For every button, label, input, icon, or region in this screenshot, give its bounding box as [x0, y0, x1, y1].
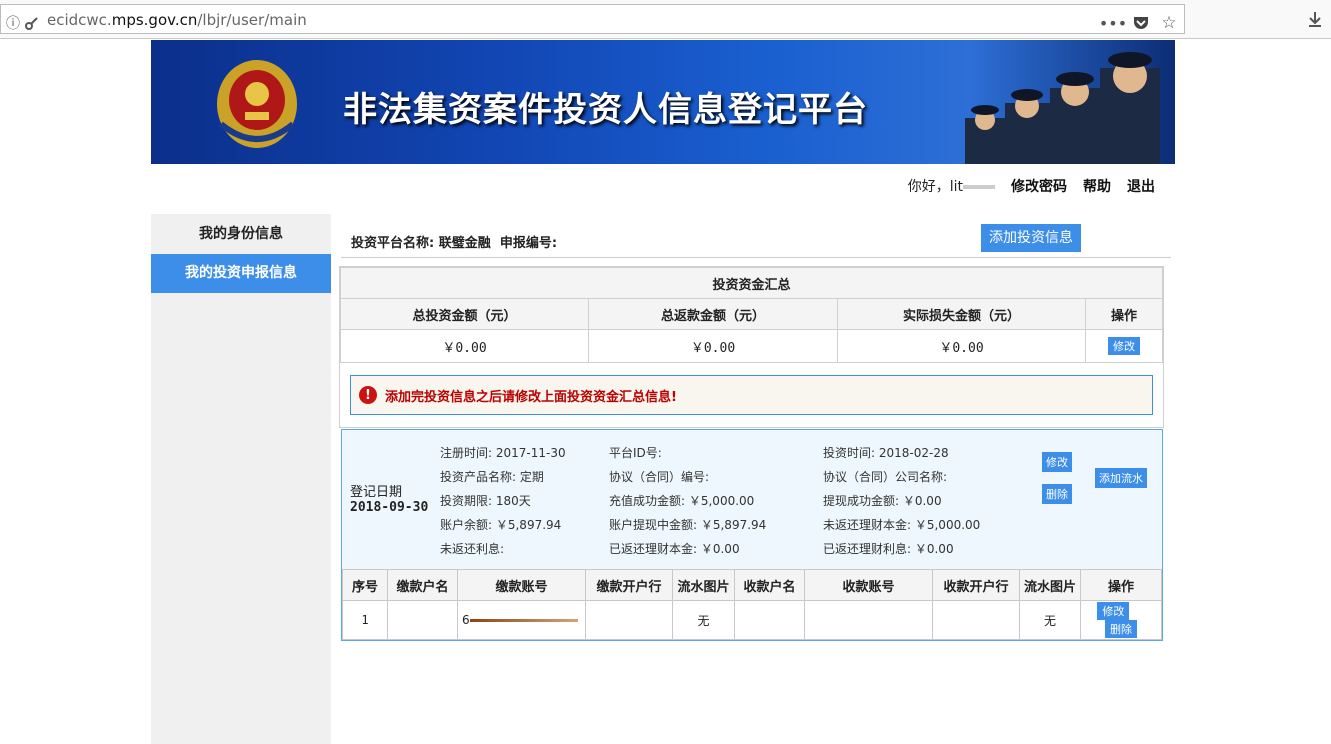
withdraw-amount: 提现成功金额: ￥0.00 [823, 494, 942, 508]
flow-header: 缴款户名 [387, 569, 458, 601]
add-investment-button[interactable]: 添加投资信息 [981, 224, 1081, 252]
officers-image [965, 52, 1160, 164]
platform-id: 平台ID号: [609, 446, 662, 460]
withdrawing-amount: 账户提现中金额: ￥5,897.94 [609, 518, 767, 532]
pocket-icon[interactable] [1132, 14, 1150, 32]
table-row: 1 6 无 无 修改 删除 [342, 600, 1162, 640]
flow-header: 流水图片 [672, 569, 735, 601]
flow-header: 缴款账号 [457, 569, 586, 601]
change-password-link[interactable]: 修改密码 [1011, 176, 1067, 196]
flow-table: 序号 缴款户名 缴款账号 缴款开户行 流水图片 收款户名 收款账号 收款开户行 … [342, 569, 1162, 640]
flow-header: 操作 [1080, 569, 1162, 601]
flow-header: 序号 [342, 569, 388, 601]
more-icon[interactable]: ••• [1099, 14, 1127, 33]
total-refund-value: ￥0.00 [588, 329, 838, 363]
payer-name [387, 600, 458, 640]
invest-time: 投资时间: 2018-02-28 [823, 446, 949, 460]
download-icon[interactable] [1306, 10, 1324, 28]
add-flow-button[interactable]: 添加流水 [1095, 468, 1147, 488]
flow-header: 收款户名 [734, 569, 805, 601]
payee-bank [932, 600, 1020, 640]
payer-bank [585, 600, 673, 640]
summary-table: 投资资金汇总 总投资金额（元） 总返款金额（元） 实际损失金额（元） 操作 ￥0… [340, 267, 1163, 363]
url-text: ecidcwc.mps.gov.cn/lbjr/user/main [47, 11, 307, 29]
police-emblem-icon [217, 60, 297, 148]
row-index: 1 [342, 600, 388, 640]
invest-term: 投资期限: 180天 [440, 494, 531, 508]
record-delete-button[interactable]: 删除 [1042, 484, 1072, 504]
divider [341, 257, 1171, 258]
summary-header: 总投资金额（元） [340, 298, 589, 330]
record-edit-button[interactable]: 修改 [1042, 452, 1072, 472]
contract-no: 协议（合同）编号: [609, 470, 710, 484]
flow-header: 收款开户行 [932, 569, 1020, 601]
reg-time: 注册时间: 2017-11-30 [440, 446, 566, 460]
site-banner: 非法集资案件投资人信息登记平台 [151, 40, 1175, 164]
alert-box: ! 添加完投资信息之后请修改上面投资资金汇总信息! [350, 375, 1153, 415]
payer-image: 无 [672, 600, 735, 640]
help-link[interactable]: 帮助 [1083, 176, 1111, 196]
sidebar-item-investment[interactable]: 我的投资申报信息 [151, 254, 331, 293]
flow-header: 收款账号 [804, 569, 933, 601]
investment-summary: 投资资金汇总 总投资金额（元） 总返款金额（元） 实际损失金额（元） 操作 ￥0… [339, 266, 1164, 428]
payee-image: 无 [1019, 600, 1081, 640]
returned-interest: 已返还理财利息: ￥0.00 [823, 542, 954, 556]
contract-company: 协议（合同）公司名称: [823, 470, 948, 484]
browser-toolbar: ⓘ ecidcwc.mps.gov.cn/lbjr/user/main ••• … [0, 0, 1331, 39]
investment-record: 登记日期 2018-09-30 注册时间: 2017-11-30 平台ID号: … [341, 429, 1163, 641]
star-icon[interactable]: ☆ [1160, 13, 1178, 33]
row-actions: 修改 删除 [1080, 600, 1162, 640]
summary-title: 投资资金汇总 [340, 267, 1163, 299]
total-invest-value: ￥0.00 [340, 329, 589, 363]
flow-header: 缴款开户行 [585, 569, 673, 601]
warning-icon: ! [359, 386, 377, 404]
platform-info: 投资平台名称: 联璧金融 申报编号: [351, 236, 558, 251]
registration-date: 登记日期 2018-09-30 [350, 485, 429, 515]
row-delete-button[interactable]: 删除 [1105, 620, 1137, 638]
sidebar: 我的身份信息 我的投资申报信息 [151, 214, 331, 744]
key-icon[interactable] [23, 14, 41, 32]
summary-header: 实际损失金额（元） [837, 298, 1086, 330]
product-name: 投资产品名称: 定期 [440, 470, 544, 484]
user-bar: 你好，lit 修改密码 帮助 退出 [908, 176, 1155, 196]
logout-link[interactable]: 退出 [1127, 176, 1155, 196]
unreturned-interest: 未返还利息: [440, 542, 505, 556]
sidebar-item-identity[interactable]: 我的身份信息 [151, 215, 331, 254]
payee-account [804, 600, 933, 640]
platform-name: 联璧金融 [438, 236, 491, 251]
row-edit-button[interactable]: 修改 [1097, 602, 1130, 620]
unreturned-principal: 未返还理财本金: ￥5,000.00 [823, 518, 981, 532]
info-icon[interactable]: ⓘ [4, 14, 22, 32]
alert-text: 添加完投资信息之后请修改上面投资资金汇总信息! [385, 389, 677, 405]
payee-name [734, 600, 805, 640]
account-balance: 账户余额: ￥5,897.94 [440, 518, 562, 532]
summary-edit-button[interactable]: 修改 [1108, 337, 1140, 355]
banner-title: 非法集资案件投资人信息登记平台 [343, 90, 868, 130]
flow-header: 流水图片 [1019, 569, 1081, 601]
summary-header: 总返款金额（元） [588, 298, 838, 330]
payer-account: 6 [457, 600, 586, 640]
greeting: 你好，lit [908, 176, 995, 196]
address-bar[interactable]: ⓘ ecidcwc.mps.gov.cn/lbjr/user/main ••• … [0, 4, 1185, 34]
returned-principal: 已返还理财本金: ￥0.00 [609, 542, 740, 556]
summary-header: 操作 [1085, 298, 1163, 330]
actual-loss-value: ￥0.00 [837, 329, 1086, 363]
recharge-amount: 充值成功金额: ￥5,000.00 [609, 494, 755, 508]
